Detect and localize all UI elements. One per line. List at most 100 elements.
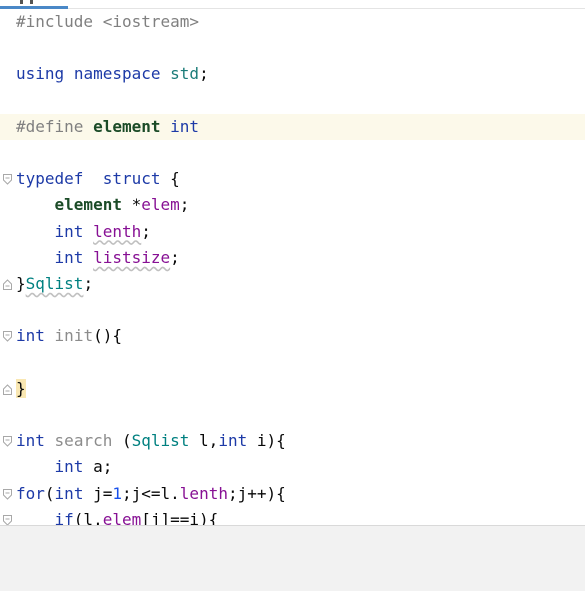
code-text: int a;	[16, 457, 113, 477]
code-token: (l.	[73, 509, 103, 525]
bottom-panel	[0, 558, 585, 591]
editor-status-panel	[0, 525, 585, 559]
code-editor[interactable]: #include <iostream> using namespace std; #…	[0, 9, 585, 525]
code-token: j=	[83, 483, 113, 503]
fold-close-icon[interactable]	[3, 384, 12, 395]
code-line[interactable]: int a;	[0, 454, 585, 480]
code-token: #define	[16, 116, 84, 136]
code-token: Sqlist	[25, 274, 84, 293]
code-token: a;	[83, 457, 113, 477]
code-line[interactable]: }Sqlist;	[0, 271, 585, 297]
code-text: element *elem;	[16, 195, 190, 215]
code-line[interactable]	[0, 297, 585, 323]
code-token: ;	[83, 274, 94, 293]
code-line[interactable]: int search (Sqlist l,int i){	[0, 428, 585, 454]
code-text: int listsize;	[16, 247, 180, 267]
code-token: int	[218, 431, 248, 451]
fold-open-icon[interactable]	[3, 331, 12, 343]
code-token: ;j<=l.	[122, 483, 180, 503]
code-line[interactable]: element *elem;	[0, 192, 585, 218]
tab-fragment	[20, 0, 23, 4]
code-token: std	[170, 64, 200, 84]
code-line[interactable]: if(l.elem[j]==i){	[0, 507, 585, 525]
code-text: }Sqlist;	[16, 275, 93, 293]
code-token: for	[16, 483, 45, 503]
code-token: Sqlist	[131, 431, 190, 451]
code-text: }	[16, 378, 26, 398]
code-token: ;	[199, 64, 209, 84]
code-token: element	[93, 116, 161, 136]
code-token: int	[54, 457, 84, 477]
code-token: int	[54, 483, 84, 503]
code-token: i){	[247, 431, 286, 451]
code-token: namespace	[73, 64, 161, 84]
code-token: *	[121, 195, 142, 215]
code-token: [j]==i){	[141, 509, 219, 525]
code-token: }	[16, 378, 26, 398]
code-token: (){	[93, 326, 122, 346]
code-token: int	[54, 247, 84, 267]
code-token: element	[54, 195, 122, 215]
fold-close-icon[interactable]	[3, 279, 12, 290]
code-text: #define element int	[16, 116, 200, 136]
fold-open-icon[interactable]	[3, 174, 12, 185]
code-line[interactable]: int init(){	[0, 323, 585, 349]
code-token: ;j++){	[227, 483, 286, 503]
code-line[interactable]: for(int j=1;j<=l.lenth;j++){	[0, 481, 585, 507]
code-token: ;	[170, 247, 180, 267]
code-text: int init(){	[16, 327, 122, 345]
code-token: struct	[102, 169, 161, 189]
code-token: init	[54, 326, 94, 346]
code-line[interactable]: using namespace std;	[0, 61, 585, 87]
code-token: listsize	[93, 247, 171, 267]
code-text: typedef struct {	[16, 170, 180, 188]
code-token: int	[16, 326, 45, 346]
code-text: int lenth;	[16, 221, 151, 241]
code-line[interactable]	[0, 402, 585, 428]
code-line[interactable]	[0, 350, 585, 376]
code-line[interactable]: typedef struct {	[0, 166, 585, 192]
code-token: elem	[141, 195, 180, 215]
editor-tab-strip	[0, 0, 585, 9]
code-token: ;	[179, 195, 190, 215]
code-token: int	[16, 431, 45, 451]
code-token: ;	[141, 221, 151, 241]
code-line[interactable]: int lenth;	[0, 219, 585, 245]
code-token: }	[16, 274, 26, 293]
code-line[interactable]: #define element int	[0, 113, 585, 140]
fold-open-icon[interactable]	[3, 436, 12, 447]
code-line[interactable]	[0, 88, 585, 114]
code-text: int search (Sqlist l,int i){	[16, 432, 286, 450]
code-line[interactable]: #include <iostream>	[0, 9, 585, 35]
code-token: {	[160, 169, 180, 189]
code-line[interactable]: int listsize;	[0, 245, 585, 271]
code-text: for(int j=1;j<=l.lenth;j++){	[16, 483, 286, 503]
code-token: (	[44, 483, 55, 503]
code-token: int	[170, 116, 200, 136]
code-token: lenth	[179, 483, 228, 503]
code-line[interactable]: }	[0, 376, 585, 402]
fold-open-icon[interactable]	[3, 514, 12, 525]
code-line[interactable]	[0, 35, 585, 61]
code-line[interactable]	[0, 140, 585, 166]
code-token: if	[54, 509, 74, 525]
code-token: typedef	[16, 169, 84, 189]
code-token: #include <iostream>	[16, 12, 200, 31]
code-token: (	[112, 431, 132, 451]
code-text: #include <iostream>	[16, 13, 199, 31]
code-token: lenth	[93, 221, 142, 241]
code-token: int	[54, 221, 84, 241]
fold-open-icon[interactable]	[3, 488, 12, 500]
code-token: elem	[102, 509, 142, 525]
